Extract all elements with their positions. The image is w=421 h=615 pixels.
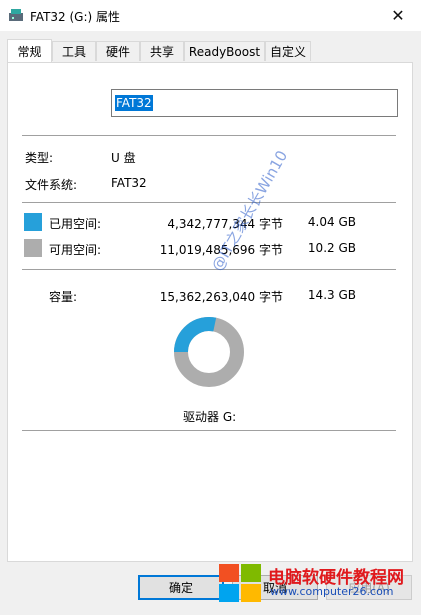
type-label: 类型: bbox=[25, 151, 54, 165]
tab-hardware[interactable]: 硬件 bbox=[96, 41, 140, 61]
type-value: U 盘 bbox=[111, 151, 136, 165]
used-space-label: 已用空间: bbox=[49, 217, 102, 231]
free-space-size: 10.2 GB bbox=[307, 241, 356, 255]
close-button[interactable]: ✕ bbox=[375, 0, 421, 31]
separator bbox=[22, 135, 396, 136]
tab-general[interactable]: 常规 bbox=[7, 39, 52, 62]
filesystem-value: FAT32 bbox=[111, 176, 147, 190]
used-space-size: 4.04 GB bbox=[307, 215, 356, 229]
close-icon: ✕ bbox=[391, 6, 405, 25]
windows-logo-icon bbox=[219, 564, 261, 602]
separator bbox=[22, 202, 396, 203]
capacity-size: 14.3 GB bbox=[307, 288, 356, 302]
tab-tools[interactable]: 工具 bbox=[52, 41, 96, 61]
title-bar: FAT32 (G:) 属性 ✕ bbox=[0, 0, 421, 31]
window-title: FAT32 (G:) 属性 bbox=[30, 10, 121, 24]
separator bbox=[22, 269, 396, 270]
volume-name-input[interactable]: FAT32 bbox=[111, 89, 398, 117]
watermark-url: www.computer26.com bbox=[270, 585, 394, 598]
free-space-label: 可用空间: bbox=[49, 243, 102, 257]
ok-button[interactable]: 确定 bbox=[138, 575, 224, 600]
separator bbox=[22, 430, 396, 431]
used-space-swatch bbox=[24, 213, 42, 231]
tab-sharing[interactable]: 共享 bbox=[140, 41, 184, 61]
drive-icon bbox=[9, 9, 23, 21]
filesystem-label: 文件系统: bbox=[25, 178, 78, 192]
general-panel: FAT32 类型: U 盘 文件系统: FAT32 已用空间: 4,342,77… bbox=[7, 62, 413, 562]
free-space-swatch bbox=[24, 239, 42, 257]
capacity-bytes: 15,362,263,040 字节 bbox=[159, 290, 283, 304]
tab-readyboost[interactable]: ReadyBoost bbox=[184, 41, 265, 61]
tab-customize[interactable]: 自定义 bbox=[265, 41, 311, 61]
used-space-slice bbox=[174, 317, 217, 353]
drive-label: 驱动器 G: bbox=[183, 410, 237, 424]
disk-usage-donut-chart bbox=[174, 317, 244, 387]
capacity-label: 容量: bbox=[49, 290, 78, 304]
volume-name-text: FAT32 bbox=[115, 95, 153, 111]
